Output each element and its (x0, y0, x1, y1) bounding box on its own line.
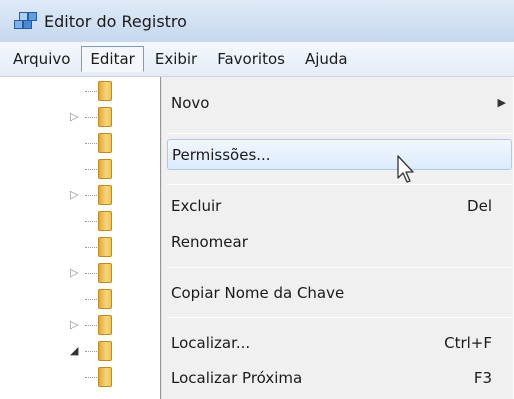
menu-item-renomear[interactable]: Renomear (167, 226, 512, 257)
menu-item-shortcut: Ctrl+F (444, 333, 492, 352)
menu-item-localizar[interactable]: Localizar... Ctrl+F (167, 327, 512, 358)
tree-node[interactable] (0, 365, 160, 390)
folder-icon (98, 133, 112, 153)
folder-icon (98, 81, 112, 101)
tree-branch-line (85, 377, 99, 378)
registry-tree[interactable]: ▷ ▷ ▷ ▷ ◢ (0, 77, 160, 399)
tree-branch-line (85, 221, 99, 222)
menu-item-label: Localizar... (171, 333, 251, 352)
menu-item-label: Novo (171, 93, 210, 112)
menu-bar: Arquivo Editar Exibir Favoritos Ajuda (0, 42, 514, 77)
menu-item-copiar-nome-chave[interactable]: Copiar Nome da Chave (167, 277, 512, 308)
menu-separator (167, 133, 512, 134)
folder-icon (98, 159, 112, 179)
registry-editor-icon (12, 8, 38, 34)
tree-branch-line (85, 325, 99, 326)
title-bar: Editor do Registro (0, 0, 514, 42)
menu-item-label: Permissões... (172, 145, 271, 164)
window-title: Editor do Registro (44, 11, 187, 31)
edit-menu-dropdown: Novo ▶ Permissões... Excluir Del Renomea… (160, 77, 514, 399)
folder-icon (98, 315, 112, 335)
folder-icon (98, 185, 112, 205)
menu-item-shortcut: F3 (473, 368, 492, 387)
menu-gutter (161, 77, 162, 399)
folder-icon (98, 211, 112, 231)
menu-item-label: Localizar Próxima (171, 368, 303, 387)
tree-node[interactable]: ▷ (0, 261, 160, 286)
mouse-cursor-icon (397, 155, 414, 183)
tree-branch-line (85, 351, 99, 352)
tree-collapse-icon[interactable]: ◢ (70, 344, 78, 357)
tree-node[interactable] (0, 79, 160, 104)
menu-item-localizar-proxima[interactable]: Localizar Próxima F3 (167, 362, 512, 393)
menu-ajuda[interactable]: Ajuda (296, 46, 357, 72)
tree-node[interactable]: ▷ (0, 105, 160, 130)
tree-branch-line (85, 169, 99, 170)
menu-item-label: Copiar Nome da Chave (171, 283, 345, 302)
tree-branch-line (85, 273, 99, 274)
tree-node[interactable] (0, 235, 160, 260)
menu-separator (167, 184, 512, 185)
folder-icon (98, 341, 112, 361)
folder-icon (98, 237, 112, 257)
tree-node[interactable] (0, 131, 160, 156)
folder-icon (98, 289, 112, 309)
tree-expand-icon[interactable]: ▷ (70, 318, 78, 331)
menu-editar[interactable]: Editar (81, 46, 144, 72)
menu-favoritos[interactable]: Favoritos (208, 46, 294, 72)
menu-separator (167, 317, 512, 318)
menu-item-excluir[interactable]: Excluir Del (167, 190, 512, 221)
menu-item-shortcut: Del (467, 196, 492, 215)
tree-expand-icon[interactable]: ▷ (70, 188, 78, 201)
menu-item-permissoes[interactable]: Permissões... (167, 139, 512, 170)
tree-branch-line (85, 117, 99, 118)
tree-branch-line (85, 247, 99, 248)
tree-branch-line (85, 91, 99, 92)
menu-item-novo[interactable]: Novo ▶ (167, 87, 512, 118)
tree-expand-icon[interactable]: ▷ (70, 110, 78, 123)
tree-node[interactable]: ▷ (0, 313, 160, 338)
tree-branch-line (85, 299, 99, 300)
tree-node[interactable] (0, 287, 160, 312)
menu-exibir[interactable]: Exibir (146, 46, 206, 72)
menu-arquivo[interactable]: Arquivo (4, 46, 79, 72)
tree-expand-icon[interactable]: ▷ (70, 266, 78, 279)
folder-icon (98, 367, 112, 387)
tree-node[interactable] (0, 209, 160, 234)
tree-node[interactable] (0, 157, 160, 182)
submenu-arrow-icon: ▶ (497, 96, 506, 109)
tree-branch-line (85, 195, 99, 196)
tree-node[interactable]: ◢ (0, 339, 160, 364)
menu-item-label: Renomear (171, 232, 248, 251)
folder-icon (98, 107, 112, 127)
tree-branch-line (85, 143, 99, 144)
menu-separator (167, 267, 512, 268)
menu-item-label: Excluir (171, 196, 222, 215)
folder-icon (98, 263, 112, 283)
tree-node[interactable]: ▷ (0, 183, 160, 208)
